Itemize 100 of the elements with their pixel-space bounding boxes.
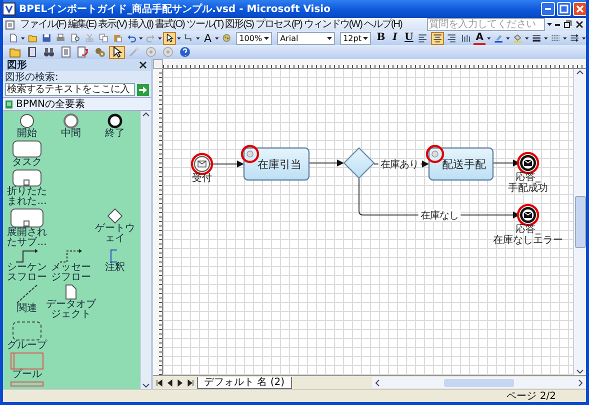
last-page-icon[interactable] xyxy=(186,378,194,386)
end-event xyxy=(520,207,536,223)
close-icon xyxy=(575,4,585,14)
search-go-button[interactable] xyxy=(137,84,149,96)
event-label: 応答_ 手配成功 xyxy=(508,172,548,194)
scroll-thumb[interactable] xyxy=(444,378,514,386)
book-icon xyxy=(26,46,38,58)
menu-item[interactable]: 挿入(I) xyxy=(127,18,154,30)
scroll-bar[interactable] xyxy=(140,111,151,389)
caret-icon[interactable] xyxy=(196,36,200,40)
help-circle-button[interactable] xyxy=(177,46,193,58)
shape-label: ゲートウェイ xyxy=(94,224,136,244)
caret-icon[interactable] xyxy=(563,36,567,40)
menu-item[interactable]: ツール(T) xyxy=(185,18,224,30)
scroll-bar[interactable] xyxy=(573,69,586,375)
scroll-down-icon[interactable] xyxy=(142,382,150,389)
subprocess-icon[interactable] xyxy=(12,169,42,187)
two-pages-icon xyxy=(98,32,108,44)
menu-item[interactable]: 図形(S) xyxy=(224,18,254,30)
close-icon[interactable] xyxy=(139,61,147,69)
page-magnifier-button[interactable] xyxy=(68,32,82,44)
previous-page-icon[interactable] xyxy=(166,378,174,386)
task-label: 配送手配 xyxy=(442,158,486,171)
diagonal-line-icon[interactable] xyxy=(15,284,39,304)
underline-button[interactable]: U xyxy=(402,32,416,44)
menu-item[interactable]: ウィンドウ(W) xyxy=(302,18,363,30)
first-page-icon[interactable] xyxy=(156,378,164,386)
step-line-icon[interactable] xyxy=(15,249,39,263)
caret-icon[interactable] xyxy=(582,36,586,40)
end-event xyxy=(520,155,536,171)
italic-button[interactable]: I xyxy=(388,32,402,44)
bold-circle-icon[interactable] xyxy=(105,113,125,129)
restore-icon[interactable] xyxy=(563,20,572,29)
menu-item[interactable]: プロセス(P) xyxy=(254,18,303,30)
help-circle-icon xyxy=(179,46,191,58)
subprocess-icon[interactable] xyxy=(10,208,44,228)
help-search-field[interactable]: 質問を入力してください xyxy=(427,18,545,31)
scroll-down-icon[interactable] xyxy=(576,368,584,375)
caret-icon[interactable] xyxy=(544,36,548,40)
caret-icon[interactable] xyxy=(506,36,510,40)
scroll-bar[interactable] xyxy=(372,377,586,388)
connector-arrow xyxy=(420,160,429,168)
next-page-icon[interactable] xyxy=(176,378,184,386)
page-arrow-button[interactable] xyxy=(75,46,91,58)
caret-icon[interactable] xyxy=(21,36,25,40)
page-tab[interactable]: デフォルト 名 (2) xyxy=(197,376,292,388)
shape-label: メッセージフロー xyxy=(50,263,92,283)
pointer-button[interactable] xyxy=(163,32,176,44)
minimize-button[interactable] xyxy=(541,2,555,16)
caret-icon[interactable] xyxy=(487,36,491,40)
zoom-dropdown[interactable]: 100% xyxy=(236,32,272,44)
menu-item[interactable]: 書式(O) xyxy=(154,18,186,30)
caret-icon[interactable] xyxy=(215,36,220,40)
folder-button[interactable] xyxy=(7,46,23,58)
caret-icon[interactable] xyxy=(264,36,270,40)
scroll-thumb[interactable] xyxy=(574,196,586,248)
font-size-dropdown[interactable]: 12pt xyxy=(340,32,372,44)
window-title: BPELインポートガイド_商品手配サンプル.vsd - Microsoft Visio xyxy=(19,2,330,16)
document-icon[interactable] xyxy=(65,284,77,300)
circle-marker-icon xyxy=(246,150,254,158)
bold-button[interactable]: B xyxy=(374,32,388,44)
caret-icon[interactable] xyxy=(139,36,144,40)
caret-icon[interactable] xyxy=(547,22,552,27)
stencil-header[interactable]: BPMNの全要素 xyxy=(3,97,151,111)
double-circle-icon[interactable] xyxy=(61,113,81,129)
font-dropdown[interactable]: Arial xyxy=(277,32,336,44)
shape-label: 終了 xyxy=(104,129,126,139)
task-label: 在庫引当 xyxy=(258,158,302,171)
scroll-up-icon[interactable] xyxy=(576,69,584,76)
page-magnifier-icon xyxy=(70,32,80,44)
caret-icon[interactable] xyxy=(525,36,529,40)
pen-icon xyxy=(494,32,504,44)
close-icon[interactable] xyxy=(575,20,584,29)
line-ends-icon xyxy=(570,32,580,44)
paint-bucket-icon xyxy=(512,32,522,44)
menu-item[interactable]: ヘルプ(H) xyxy=(362,18,403,30)
menu-item[interactable]: ファイル(F) xyxy=(19,18,67,30)
scroll-left-icon[interactable] xyxy=(374,378,381,386)
caret-icon[interactable] xyxy=(327,36,332,40)
menu-item[interactable]: 編集(E) xyxy=(66,18,98,30)
connector-arrow xyxy=(308,160,344,166)
scroll-up-icon[interactable] xyxy=(142,111,150,118)
dashed-rounded-rectangle-icon[interactable] xyxy=(12,321,42,341)
scroll-right-icon[interactable] xyxy=(577,378,584,386)
diamond-icon[interactable] xyxy=(107,208,123,224)
circle-icon[interactable] xyxy=(17,113,37,129)
binoculars-button[interactable] xyxy=(41,46,57,58)
caret-icon[interactable] xyxy=(363,36,368,40)
pointer-button[interactable] xyxy=(109,46,125,58)
menu-item[interactable]: 表示(V) xyxy=(97,18,128,30)
maximize-button[interactable] xyxy=(557,2,571,16)
close-button[interactable] xyxy=(573,2,586,16)
align-center-button[interactable] xyxy=(430,32,444,44)
dotted-step-line-icon[interactable] xyxy=(59,249,83,263)
text-tool-button[interactable]: A xyxy=(201,32,214,44)
shape-search-field[interactable]: 検索するテキストをここに入 xyxy=(5,83,135,96)
shape-label: グループ xyxy=(6,341,48,351)
disk-button[interactable] xyxy=(40,32,54,44)
minimize-icon[interactable] xyxy=(555,24,560,26)
rounded-rectangle-icon[interactable] xyxy=(12,140,42,158)
